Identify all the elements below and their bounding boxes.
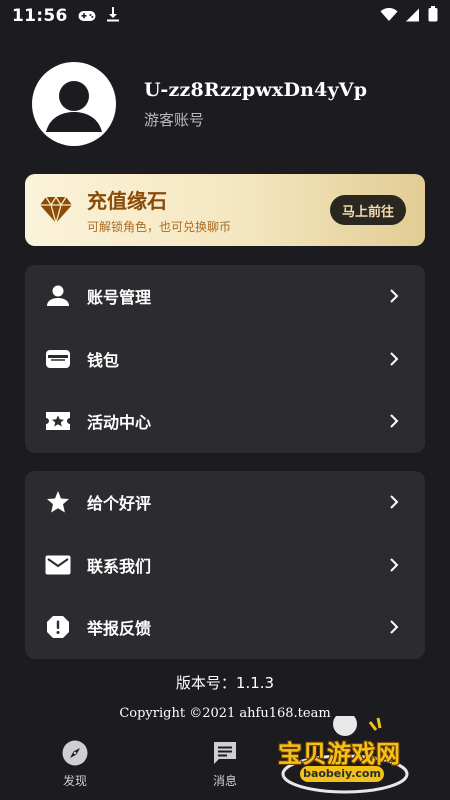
watermark-text: 宝贝游戏网 <box>278 740 401 768</box>
menu-item-account-management[interactable]: 账号管理 <box>25 265 425 328</box>
battery-icon <box>428 6 438 26</box>
recharge-title: 充值缘石 <box>87 189 167 213</box>
username: U-zz8RzzpwxDn4yVp <box>144 78 368 101</box>
gamepad-icon <box>78 7 96 26</box>
ticket-star-icon <box>45 408 71 434</box>
menu-label: 联系我们 <box>87 556 152 576</box>
star-icon <box>45 489 71 515</box>
menu-label: 举报反馈 <box>87 619 152 639</box>
chevron-right-icon <box>390 558 399 572</box>
menu-item-report-feedback[interactable]: 举报反馈 <box>25 596 425 659</box>
compass-icon <box>62 740 88 766</box>
profile-header: U-zz8RzzpwxDn4yVp 游客账号 <box>32 62 367 146</box>
avatar[interactable] <box>32 62 116 146</box>
person-icon <box>45 283 71 309</box>
recharge-card[interactable]: 充值缘石 可解锁角色，也可兑换聊币 马上前往 <box>25 174 425 246</box>
menu-label: 账号管理 <box>87 288 152 308</box>
recharge-subtitle: 可解锁角色，也可兑换聊币 <box>87 220 232 234</box>
menu-card-primary: 账号管理 钱包 活动中心 <box>25 265 425 453</box>
diamond-icon <box>40 195 72 225</box>
signal-icon <box>406 7 420 26</box>
account-type: 游客账号 <box>144 110 205 129</box>
wifi-icon <box>380 7 398 26</box>
download-icon <box>106 6 120 26</box>
mail-icon <box>45 552 71 578</box>
wallet-icon <box>45 346 71 372</box>
menu-item-rate-us[interactable]: 给个好评 <box>25 471 425 534</box>
nav-label: 发现 <box>62 774 87 788</box>
menu-label: 钱包 <box>87 350 120 370</box>
watermark-url: baobeiy.com <box>300 766 384 782</box>
nav-label: 消息 <box>212 774 237 788</box>
chevron-right-icon <box>390 289 399 303</box>
status-bar: 11:56 <box>0 0 450 32</box>
watermark-logo: 宝贝游戏网 baobeiy.com <box>270 716 430 796</box>
nav-discover[interactable]: 发现 <box>35 740 115 789</box>
chevron-right-icon <box>390 352 399 366</box>
status-time: 11:56 <box>12 6 68 26</box>
menu-label: 活动中心 <box>87 413 152 433</box>
person-icon <box>46 81 102 132</box>
go-now-button[interactable]: 马上前往 <box>330 195 406 225</box>
chevron-right-icon <box>390 495 399 509</box>
menu-item-wallet[interactable]: 钱包 <box>25 328 425 391</box>
version-text: 版本号：1.1.3 <box>175 674 275 692</box>
menu-card-secondary: 给个好评 联系我们 举报反馈 <box>25 471 425 659</box>
menu-item-activity-center[interactable]: 活动中心 <box>25 390 425 453</box>
chat-icon <box>214 742 236 764</box>
chevron-right-icon <box>390 414 399 428</box>
report-icon <box>45 614 71 640</box>
chevron-right-icon <box>390 620 399 634</box>
menu-item-contact-us[interactable]: 联系我们 <box>25 534 425 597</box>
nav-messages[interactable]: 消息 <box>185 740 265 789</box>
menu-label: 给个好评 <box>87 494 152 514</box>
